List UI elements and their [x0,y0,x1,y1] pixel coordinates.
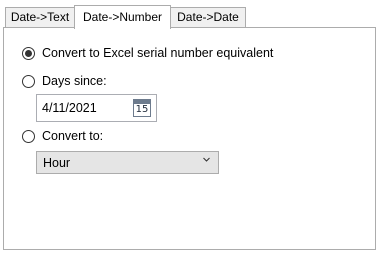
date-number-dialog: Date->Text Date->Number Date->Date Conve… [0,0,379,255]
convert-to-option[interactable]: Convert to: [22,128,103,144]
serial-number-label[interactable]: Convert to Excel serial number equivalen… [42,46,273,60]
days-since-option[interactable]: Days since: [22,73,107,89]
date-value[interactable]: 4/11/2021 [42,101,97,115]
calendar-icon-number: 15 [135,104,149,115]
days-since-label[interactable]: Days since: [42,74,107,88]
days-since-radio[interactable] [22,74,35,88]
tab-date-to-text[interactable]: Date->Text [5,7,75,27]
radio-selected-dot [25,49,32,57]
serial-number-option[interactable]: Convert to Excel serial number equivalen… [22,45,273,61]
tab-panel: Convert to Excel serial number equivalen… [3,27,376,250]
unit-select-value: Hour [43,156,71,170]
tab-strip: Date->Text Date->Number Date->Date [5,5,375,29]
convert-to-radio[interactable] [22,129,35,143]
convert-to-label[interactable]: Convert to: [42,129,103,143]
chevron-down-icon[interactable] [202,155,211,164]
tab-date-to-number[interactable]: Date->Number [74,5,171,29]
date-picker[interactable]: 4/11/2021 15 [36,94,157,122]
tab-date-to-date[interactable]: Date->Date [170,7,246,27]
calendar-icon[interactable]: 15 [133,99,151,117]
unit-select[interactable]: Hour [36,151,219,174]
serial-number-radio[interactable] [22,46,35,60]
